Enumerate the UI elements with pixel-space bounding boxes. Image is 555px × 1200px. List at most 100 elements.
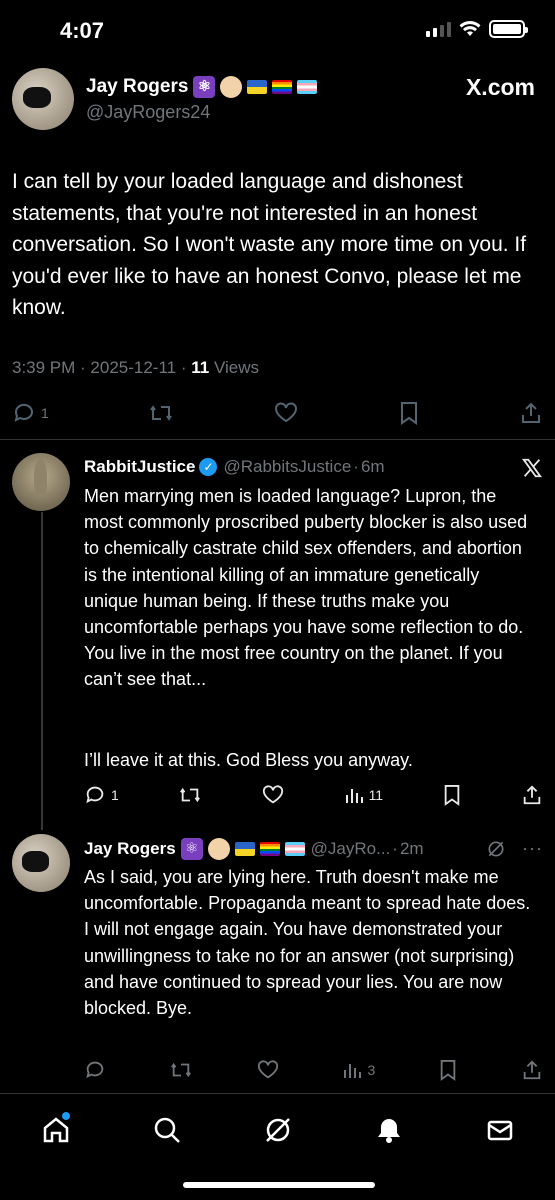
repost-icon (150, 405, 172, 421)
verified-badge-icon: ✓ (199, 458, 218, 476)
reply-header: Jay Rogers ⚛ @JayRo... · 2m ··· (84, 838, 543, 860)
share-icon (521, 402, 540, 423)
views-button[interactable]: 3 (342, 1060, 375, 1080)
avatar[interactable] (12, 68, 74, 130)
site-logo: X.com (465, 74, 535, 100)
bottom-nav (0, 1093, 555, 1200)
reply-actions: 3 (84, 1058, 543, 1082)
nav-notifications[interactable] (369, 1110, 409, 1150)
nav-search[interactable] (147, 1110, 187, 1150)
bookmark-icon (440, 1060, 456, 1081)
main-post-text: I can tell by your loaded language and d… (12, 170, 527, 319)
reply-icon (86, 1061, 104, 1079)
post-meta: 3:39 PM · 2025-12-11 · 11 Views (12, 358, 259, 377)
post-date: 2025-12-11 (90, 358, 177, 377)
post-header: Jay Rogers ⚛ @JayRogers24 X.com (12, 68, 535, 134)
repost-button[interactable] (178, 784, 202, 806)
wifi-icon (459, 21, 481, 36)
reply-count: 1 (41, 405, 49, 421)
reply-button[interactable]: 1 (84, 784, 119, 806)
like-button[interactable] (261, 784, 285, 806)
reply-count: 1 (111, 787, 119, 803)
repost-icon (170, 1062, 191, 1078)
transgender-flag-icon (284, 842, 305, 856)
post-time: 3:39 PM (12, 358, 76, 377)
author-name-row[interactable]: Jay Rogers ⚛ (86, 76, 318, 98)
heart-icon (262, 785, 283, 804)
reply-author-name[interactable]: RabbitJustice (84, 457, 195, 477)
raised-fist-emoji-icon (220, 76, 243, 98)
battery-icon (489, 20, 528, 38)
heart-icon (257, 1060, 278, 1079)
views-chart-icon (344, 1064, 362, 1078)
reply-post-jayrogers[interactable]: Jay Rogers ⚛ @JayRo... · 2m ··· As I sai… (12, 834, 543, 1089)
avatar[interactable] (12, 834, 70, 892)
like-button[interactable] (273, 401, 299, 425)
divider (0, 439, 555, 440)
home-indicator (183, 1182, 375, 1188)
author-name: Jay Rogers (86, 76, 189, 98)
views-chart-icon (345, 789, 363, 803)
reply-text-closing: I’ll leave it at this. God Bless you any… (84, 750, 413, 770)
notifications-icon (377, 1119, 400, 1143)
x-logo-icon (521, 458, 543, 478)
repost-button[interactable] (148, 401, 174, 425)
main-post-actions: 1 (12, 400, 543, 426)
reply-header: RabbitJustice ✓ @RabbitsJustice · 6m (84, 457, 543, 479)
reply-age: 6m (360, 457, 385, 476)
rainbow-flag-icon (272, 80, 293, 94)
grok-icon[interactable] (486, 839, 506, 859)
rainbow-flag-icon (259, 842, 280, 856)
repost-icon (179, 787, 200, 803)
reply-icon (86, 786, 104, 804)
bookmark-button[interactable] (398, 401, 420, 425)
reply-icon (14, 403, 33, 422)
reply-text: Men marrying men is loaded language? Lup… (84, 486, 528, 690)
views-count: 11 (368, 787, 384, 803)
views-label: Views (213, 358, 259, 377)
repost-button[interactable] (169, 1059, 193, 1081)
reply-button[interactable] (84, 1059, 106, 1081)
reply-age: 2m (399, 839, 424, 858)
reply-author-name[interactable]: Jay Rogers (84, 839, 176, 859)
grok-icon (265, 1118, 290, 1142)
bookmark-icon (400, 402, 417, 425)
reply-post-rabbitjustice[interactable]: RabbitJustice ✓ @RabbitsJustice · 6m Men… (12, 453, 543, 813)
reply-button[interactable]: 1 (12, 401, 49, 425)
bookmark-button[interactable] (442, 784, 462, 806)
ukraine-flag-icon (247, 80, 268, 94)
heart-icon (274, 402, 297, 423)
reply-header-right: ··· (486, 838, 543, 859)
status-icons (426, 20, 528, 38)
nav-home[interactable] (36, 1110, 76, 1150)
bookmark-icon (444, 785, 460, 806)
share-button[interactable] (519, 401, 543, 425)
reply-author-handle[interactable]: @JayRo... (311, 839, 391, 859)
nav-messages[interactable] (480, 1110, 520, 1150)
reply-header-right (521, 457, 543, 479)
notification-dot (61, 1112, 70, 1120)
ukraine-flag-icon (234, 842, 255, 856)
share-button[interactable] (521, 1059, 543, 1081)
transgender-flag-icon (297, 80, 318, 94)
search-icon (154, 1117, 180, 1143)
reply-text: As I said, you are lying here. Truth doe… (84, 867, 531, 1019)
share-button[interactable] (521, 784, 543, 806)
reply-actions: 1 11 (84, 783, 543, 807)
atom-emoji-icon: ⚛ (193, 76, 216, 98)
bookmark-button[interactable] (438, 1059, 458, 1081)
avatar[interactable] (12, 453, 70, 511)
like-button[interactable] (256, 1059, 280, 1081)
raised-fist-emoji-icon (207, 838, 230, 860)
messages-icon (487, 1120, 512, 1141)
author-handle[interactable]: @JayRogers24 (86, 102, 210, 123)
share-icon (523, 785, 541, 805)
views-count: 11 (191, 358, 210, 377)
views-button[interactable]: 11 (344, 785, 384, 805)
atom-emoji-icon: ⚛ (180, 838, 203, 860)
status-time: 4:07 (60, 18, 105, 43)
status-bar: 4:07 (0, 0, 555, 62)
more-options-icon[interactable]: ··· (522, 838, 543, 859)
reply-author-handle[interactable]: @RabbitsJustice (223, 457, 351, 477)
nav-grok[interactable] (258, 1110, 298, 1150)
